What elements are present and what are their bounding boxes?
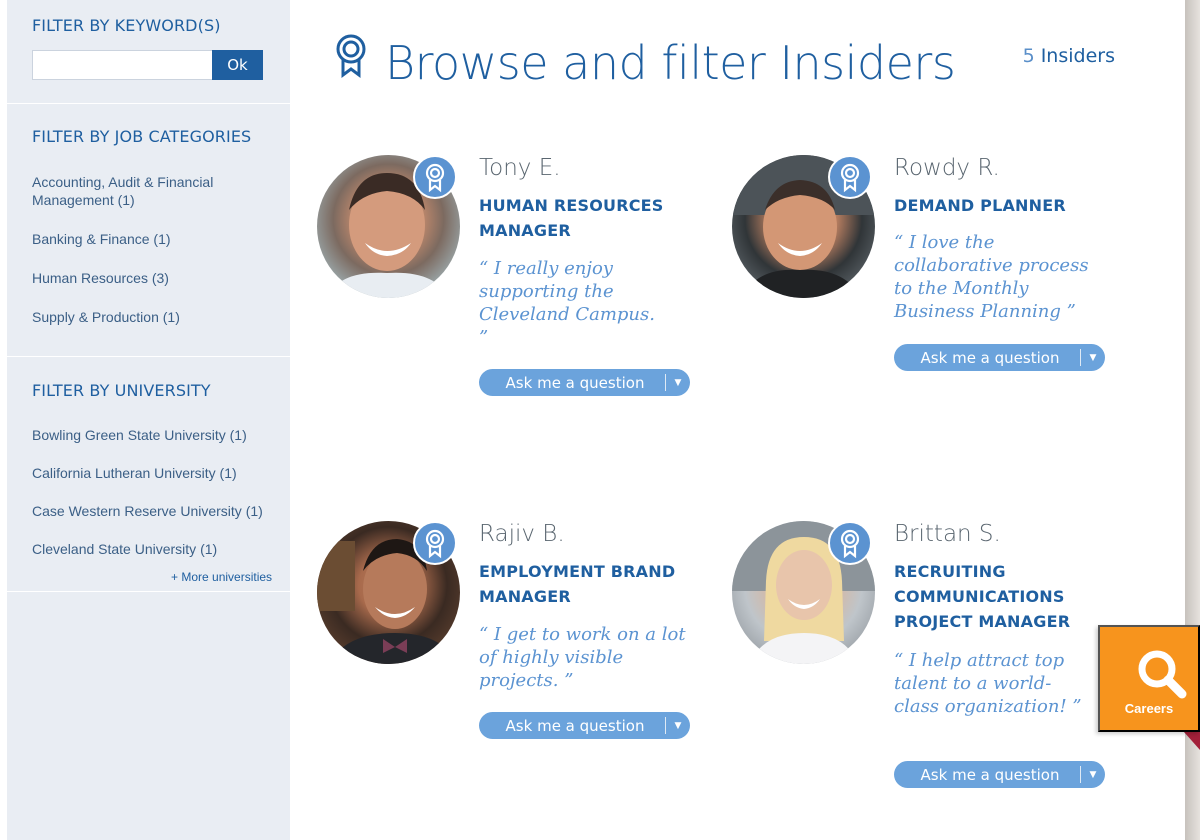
keyword-search-row: Ok — [32, 50, 265, 80]
ribbon-award-icon — [425, 163, 445, 193]
insider-name: Rajiv B. — [479, 521, 565, 547]
insider-badge — [413, 155, 457, 199]
ask-question-label: Ask me a question — [505, 716, 645, 735]
category-filter-link[interactable]: Human Resources (3) — [32, 269, 262, 287]
ask-question-button[interactable]: Ask me a question ▼ — [479, 369, 690, 396]
insider-name: Brittan S. — [894, 521, 1001, 547]
insider-count-number: 5 — [1022, 45, 1035, 67]
keyword-ok-button[interactable]: Ok — [212, 50, 263, 80]
insider-role: RECRUITING COMMUNICATIONS PROJECT MANAGE… — [894, 562, 1071, 631]
category-filter-link[interactable]: Supply & Production (1) — [32, 308, 262, 326]
search-icon — [1138, 650, 1187, 699]
insider-quote: “ I really enjoy supporting the Clevelan… — [479, 258, 655, 348]
insider-card: Brittan S. RECRUITING COMMUNICATIONS PRO… — [705, 521, 1105, 801]
category-filter-link[interactable]: Banking & Finance (1) — [32, 230, 262, 248]
caret-down-icon[interactable]: ▼ — [1081, 770, 1105, 780]
ask-question-label: Ask me a question — [505, 373, 645, 392]
insider-count-label: Insiders — [1040, 45, 1115, 67]
ask-question-button[interactable]: Ask me a question ▼ — [894, 344, 1105, 371]
university-filter-link[interactable]: Case Western Reserve University (1) — [32, 502, 265, 520]
careers-search-button[interactable]: Careers — [1098, 625, 1200, 732]
insider-count: 5 Insiders — [1023, 45, 1115, 67]
insider-card: Rajiv B. EMPLOYMENT BRAND MANAGER “ I ge… — [290, 521, 690, 821]
university-list: Bowling Green State University (1) Calif… — [32, 426, 265, 558]
page-title: Browse and filter Insiders — [385, 36, 956, 90]
insider-badge — [828, 521, 872, 565]
filter-sidebar: FILTER BY KEYWORD(S) Ok FILTER BY JOB CA… — [7, 0, 290, 840]
ask-question-button[interactable]: Ask me a question ▼ — [479, 712, 690, 739]
job-category-filter-section: FILTER BY JOB CATEGORIES Accounting, Aud… — [7, 104, 290, 357]
keyword-filter-title: FILTER BY KEYWORD(S) — [32, 16, 221, 35]
insider-quote: “ I love the collaborative process to th… — [894, 232, 1089, 322]
ask-question-label: Ask me a question — [920, 348, 1060, 367]
ask-question-label: Ask me a question — [920, 765, 1060, 784]
insider-role: EMPLOYMENT BRAND MANAGER — [479, 562, 676, 606]
ribbon-corner — [1184, 732, 1200, 750]
left-edge — [0, 0, 7, 840]
insider-quote: “ I help attract top talent to a world-c… — [894, 650, 1082, 717]
job-category-filter-title: FILTER BY JOB CATEGORIES — [32, 127, 252, 146]
insider-badge — [828, 155, 872, 199]
ask-question-button[interactable]: Ask me a question ▼ — [894, 761, 1105, 788]
caret-down-icon[interactable]: ▼ — [666, 721, 690, 731]
insider-role: HUMAN RESOURCES MANAGER — [479, 196, 664, 240]
ribbon-award-icon — [840, 529, 860, 559]
insider-role: DEMAND PLANNER — [894, 196, 1066, 215]
ribbon-award-icon — [840, 163, 860, 193]
keyword-input[interactable] — [32, 50, 212, 80]
caret-down-icon[interactable]: ▼ — [666, 378, 690, 388]
university-filter-link[interactable]: Cleveland State University (1) — [32, 540, 265, 558]
ribbon-award-icon — [425, 529, 445, 559]
university-filter-link[interactable]: California Lutheran University (1) — [32, 464, 265, 482]
insider-name: Rowdy R. — [894, 155, 1000, 181]
careers-label: Careers — [1124, 701, 1174, 716]
insider-card: Tony E. HUMAN RESOURCES MANAGER “ I real… — [290, 155, 690, 455]
university-filter-title: FILTER BY UNIVERSITY — [32, 381, 211, 400]
insider-card: Rowdy R. DEMAND PLANNER “ I love the col… — [705, 155, 1105, 455]
insiders-main: Browse and filter Insiders 5 Insiders To… — [290, 0, 1185, 840]
university-filter-link[interactable]: Bowling Green State University (1) — [32, 426, 265, 444]
job-category-list: Accounting, Audit & Financial Management… — [32, 173, 262, 347]
insider-badge — [413, 521, 457, 565]
category-filter-link[interactable]: Accounting, Audit & Financial Management… — [32, 173, 222, 209]
insider-name: Tony E. — [479, 155, 561, 181]
ribbon-award-icon — [336, 34, 366, 78]
more-universities-link[interactable]: + More universities — [171, 570, 272, 584]
caret-down-icon[interactable]: ▼ — [1081, 353, 1105, 363]
university-filter-section: FILTER BY UNIVERSITY Bowling Green State… — [7, 357, 290, 592]
keyword-filter-section: FILTER BY KEYWORD(S) Ok — [7, 0, 290, 104]
insider-quote: “ I get to work on a lot of highly visib… — [479, 624, 686, 691]
